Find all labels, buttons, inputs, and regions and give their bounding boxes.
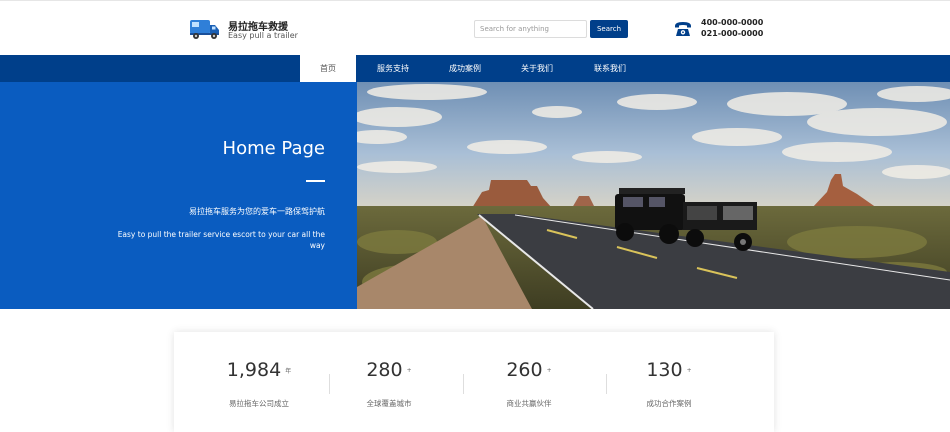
stat-divider — [606, 374, 607, 394]
stat-value: 260 + — [506, 359, 552, 381]
stat-partners: 260 + 商业共赢伙伴 — [474, 332, 584, 432]
site-header: 易拉拖车救援 Easy pull a trailer Search 400-00… — [0, 0, 950, 55]
nav-item-about[interactable]: 关于我们 — [508, 55, 566, 82]
brand-tagline: Easy pull a trailer — [228, 31, 298, 40]
phone-number-primary: 400-000-0000 — [701, 18, 764, 27]
hero-panel: Home Page 易拉拖车服务为您的爱车一路保驾护航 Easy to pull… — [0, 82, 357, 309]
hero-divider — [306, 180, 325, 182]
stat-label: 成功合作案例 — [646, 399, 692, 408]
stat-label: 易拉拖车公司成立 — [229, 399, 289, 408]
search-input[interactable] — [474, 20, 587, 38]
search-button[interactable]: Search — [590, 20, 628, 38]
stat-cases: 130 + 成功合作案例 — [614, 332, 724, 432]
stat-value: 130 + — [646, 359, 692, 381]
nav-item-services[interactable]: 服务支持 — [364, 55, 422, 82]
hero-subtitle-en: Easy to pull the trailer service escort … — [117, 230, 325, 250]
hero-photo — [357, 82, 950, 309]
stat-value: 1,984 年 — [226, 359, 292, 381]
nav-item-home[interactable]: 首页 — [300, 55, 356, 82]
stat-cities: 280 + 全球覆盖城市 — [334, 332, 444, 432]
stat-founded: 1,984 年 易拉拖车公司成立 — [204, 332, 314, 432]
stat-value: 280 + — [366, 359, 412, 381]
hero-subtitle-cn: 易拉拖车服务为您的爱车一路保驾护航 — [189, 207, 325, 216]
stat-divider — [329, 374, 330, 394]
nav-item-contact[interactable]: 联系我们 — [581, 55, 639, 82]
telephone-icon — [675, 22, 691, 36]
hero-title: Home Page — [222, 138, 325, 159]
stat-label: 商业共赢伙伴 — [506, 399, 552, 408]
stat-divider — [463, 374, 464, 394]
trailer-truck-icon[interactable] — [189, 18, 221, 40]
phone-number-secondary: 021-000-0000 — [701, 29, 764, 38]
stat-label: 全球覆盖城市 — [366, 399, 412, 408]
stats-card: 1,984 年 易拉拖车公司成立 280 + 全球覆盖城市 260 + 商业共赢伙伴 … — [174, 332, 774, 432]
nav-item-cases[interactable]: 成功案例 — [436, 55, 494, 82]
main-nav: 首页 服务支持 成功案例 关于我们 联系我们 — [0, 55, 950, 82]
